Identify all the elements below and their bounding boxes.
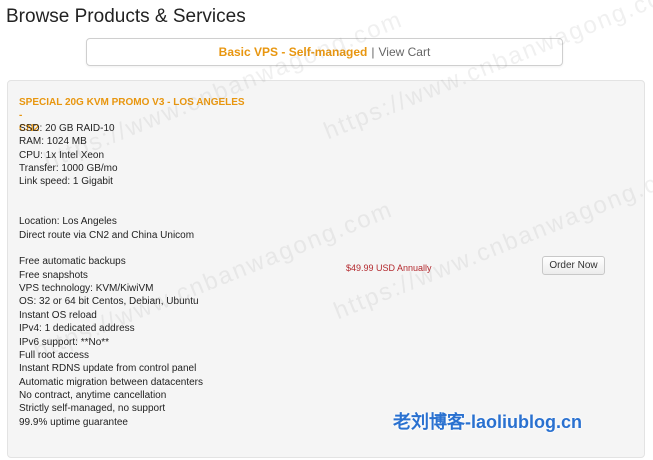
product-name-line1: SPECIAL 20G KVM PROMO V3 - LOS ANGELES -	[19, 97, 245, 121]
nav-separator: |	[371, 45, 375, 59]
feature-item: No contract, anytime cancellation	[19, 389, 167, 401]
feature-spacer	[19, 189, 339, 202]
feature-spacer	[19, 242, 339, 255]
category-nav: Basic VPS - Self-managed | View Cart	[86, 38, 563, 66]
product-features: SSD: 20 GB RAID-10 RAM: 1024 MB CPU: 1x In…	[19, 122, 339, 429]
feature-spacer	[19, 202, 339, 215]
feature-item: VPS technology: KVM/KiwiVM	[19, 283, 154, 295]
brand-watermark: 老刘博客-laoliublog.cn	[393, 412, 582, 432]
feature-item: SSD: 20 GB RAID-10	[19, 123, 115, 134]
feature-item: CPU: 1x Intel Xeon	[19, 149, 105, 161]
feature-item: Free snapshots	[19, 269, 88, 281]
feature-item: IPv4: 1 dedicated address	[19, 323, 135, 335]
feature-item: Direct route via CN2 and China Unicom	[19, 229, 195, 241]
feature-item: IPv6 support: **No**	[19, 336, 110, 348]
feature-item: Location: Los Angeles	[19, 216, 117, 228]
feature-item: Free automatic backups	[19, 256, 126, 268]
feature-item: Instant RDNS update from control panel	[19, 363, 197, 375]
page-title: Browse Products & Services	[6, 6, 246, 27]
feature-item: Transfer: 1000 GB/mo	[19, 163, 118, 175]
feature-item: Automatic migration between datacenters	[19, 376, 203, 388]
product-price: $49.99 USD Annually	[346, 263, 432, 273]
feature-item: Full root access	[19, 349, 90, 361]
feature-item: 99.9% uptime guarantee	[19, 416, 128, 428]
order-now-button[interactable]: Order Now	[542, 256, 605, 275]
feature-item: Strictly self-managed, no support	[19, 403, 166, 415]
nav-category-basic-vps[interactable]: Basic VPS - Self-managed	[219, 45, 368, 59]
feature-item: OS: 32 or 64 bit Centos, Debian, Ubuntu	[19, 296, 199, 308]
feature-item: Instant OS reload	[19, 309, 97, 321]
view-cart-link[interactable]: View Cart	[379, 45, 431, 59]
feature-item: RAM: 1024 MB	[19, 136, 87, 148]
feature-item: Link speed: 1 Gigabit	[19, 176, 113, 188]
